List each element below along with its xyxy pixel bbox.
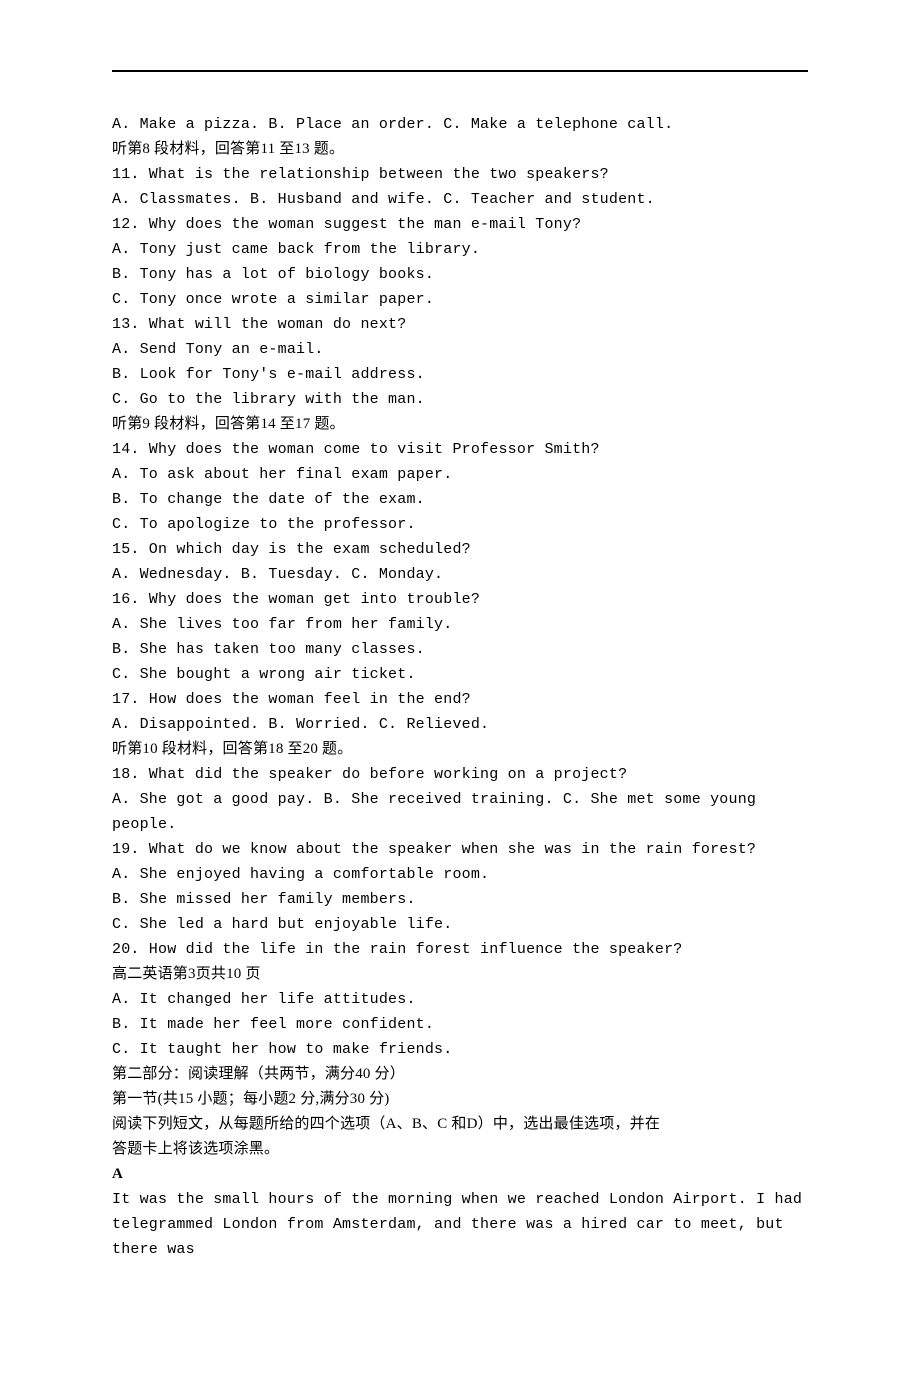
- text-line: 高二英语第3页共10 页: [112, 962, 808, 987]
- text-line: 20. How did the life in the rain forest …: [112, 937, 808, 962]
- text-line: C. She led a hard but enjoyable life.: [112, 912, 808, 937]
- text-line: 听第10 段材料，回答第18 至20 题。: [112, 737, 808, 762]
- text-line: telegrammed London from Amsterdam, and t…: [112, 1212, 808, 1262]
- text-line: B. To change the date of the exam.: [112, 487, 808, 512]
- text-line: 听第8 段材料，回答第11 至13 题。: [112, 137, 808, 162]
- text-line: B. Look for Tony's e-mail address.: [112, 362, 808, 387]
- text-line: 听第9 段材料，回答第14 至17 题。: [112, 412, 808, 437]
- text-line: A. Send Tony an e-mail.: [112, 337, 808, 362]
- text-line: It was the small hours of the morning wh…: [112, 1187, 808, 1212]
- document-body: A. Make a pizza. B. Place an order. C. M…: [112, 112, 808, 1262]
- text-line: A. It changed her life attitudes.: [112, 987, 808, 1012]
- text-line: 19. What do we know about the speaker wh…: [112, 837, 808, 862]
- text-line: A. She got a good pay. B. She received t…: [112, 787, 808, 837]
- text-line: C. To apologize to the professor.: [112, 512, 808, 537]
- text-line: B. She missed her family members.: [112, 887, 808, 912]
- text-line: A. Disappointed. B. Worried. C. Relieved…: [112, 712, 808, 737]
- text-line: 13. What will the woman do next?: [112, 312, 808, 337]
- text-line: 12. Why does the woman suggest the man e…: [112, 212, 808, 237]
- text-line: C. Go to the library with the man.: [112, 387, 808, 412]
- text-line: 11. What is the relationship between the…: [112, 162, 808, 187]
- text-line: 第一节(共15 小题；每小题2 分,满分30 分): [112, 1087, 808, 1112]
- text-line: C. It taught her how to make friends.: [112, 1037, 808, 1062]
- text-line: A: [112, 1162, 808, 1187]
- text-line: A. Tony just came back from the library.: [112, 237, 808, 262]
- text-line: A. Make a pizza. B. Place an order. C. M…: [112, 112, 808, 137]
- text-line: C. Tony once wrote a similar paper.: [112, 287, 808, 312]
- text-line: 答题卡上将该选项涂黑。: [112, 1137, 808, 1162]
- text-line: A. To ask about her final exam paper.: [112, 462, 808, 487]
- text-line: 14. Why does the woman come to visit Pro…: [112, 437, 808, 462]
- text-line: B. It made her feel more confident.: [112, 1012, 808, 1037]
- text-line: C. She bought a wrong air ticket.: [112, 662, 808, 687]
- text-line: 15. On which day is the exam scheduled?: [112, 537, 808, 562]
- text-line: A. She lives too far from her family.: [112, 612, 808, 637]
- text-line: 阅读下列短文，从每题所给的四个选项（A、B、C 和D）中，选出最佳选项，并在: [112, 1112, 808, 1137]
- text-line: 17. How does the woman feel in the end?: [112, 687, 808, 712]
- text-line: B. She has taken too many classes.: [112, 637, 808, 662]
- document-page: A. Make a pizza. B. Place an order. C. M…: [0, 0, 920, 1392]
- text-line: A. Wednesday. B. Tuesday. C. Monday.: [112, 562, 808, 587]
- text-line: A. She enjoyed having a comfortable room…: [112, 862, 808, 887]
- horizontal-rule: [112, 70, 808, 72]
- text-line: 18. What did the speaker do before worki…: [112, 762, 808, 787]
- text-line: B. Tony has a lot of biology books.: [112, 262, 808, 287]
- text-line: 第二部分：阅读理解（共两节，满分40 分）: [112, 1062, 808, 1087]
- text-line: A. Classmates. B. Husband and wife. C. T…: [112, 187, 808, 212]
- text-line: 16. Why does the woman get into trouble?: [112, 587, 808, 612]
